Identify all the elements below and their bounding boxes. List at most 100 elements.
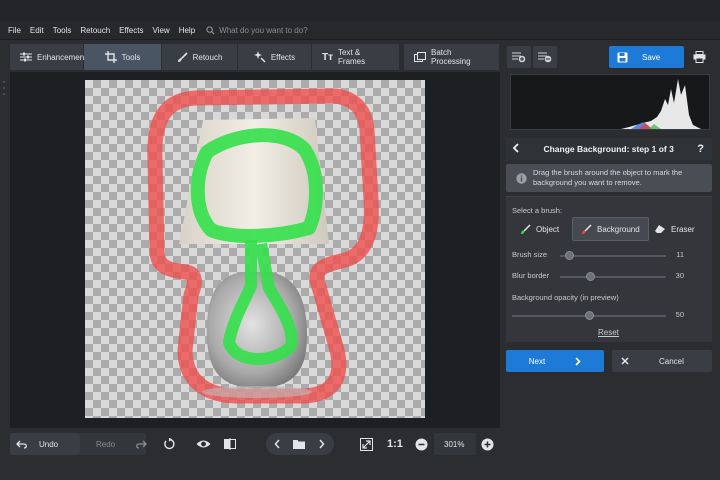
brush-background-option[interactable]: Background: [572, 217, 649, 241]
save-label: Save: [642, 52, 661, 62]
menu-edit[interactable]: Edit: [30, 26, 44, 35]
undo-icon: [16, 440, 27, 449]
sliders-icon: [20, 52, 32, 62]
opacity-knob[interactable]: [585, 311, 594, 320]
compare-icon: [224, 438, 236, 450]
folder-icon: [293, 440, 305, 449]
tab-retouch[interactable]: Retouch: [162, 44, 238, 70]
save-button[interactable]: Save: [609, 46, 684, 68]
back-button[interactable]: [506, 143, 520, 155]
layers-remove-icon: [538, 52, 552, 63]
plus-icon: [481, 438, 494, 450]
eye-icon: [196, 440, 211, 448]
search-placeholder: What do you want to do?: [219, 26, 308, 35]
reset-link[interactable]: Reset: [598, 328, 619, 337]
menu-tools[interactable]: Tools: [53, 26, 72, 35]
reset-image-button[interactable]: [163, 434, 175, 454]
tool-tabs: Enhancement Tools Retouch Effects Tт Tex…: [10, 44, 500, 70]
open-folder-button[interactable]: [293, 434, 305, 454]
layers-add-icon: [512, 52, 526, 63]
cancel-label: Cancel: [659, 356, 684, 366]
help-button[interactable]: ?: [697, 143, 712, 155]
step-header: Change Background: step 1 of 3 ?: [506, 138, 712, 160]
tab-effects[interactable]: Effects: [238, 44, 312, 70]
tab-label: Tools: [121, 52, 141, 62]
redo-label: Redo: [96, 439, 116, 449]
chevron-left-icon: [274, 439, 280, 449]
brush-object-label: Object: [536, 224, 560, 234]
undo-label: Undo: [39, 439, 59, 449]
select-brush-label: Select a brush:: [512, 206, 563, 215]
brush-green-icon: [521, 223, 531, 234]
menu-search[interactable]: What do you want to do?: [206, 26, 308, 35]
tab-label: Retouch: [192, 52, 223, 62]
tab-label: Batch Processing: [431, 48, 471, 66]
chevron-right-icon: [319, 439, 325, 449]
zoom-out-button[interactable]: [415, 434, 428, 454]
rotate-icon: [164, 438, 175, 450]
text-icon: Tт: [322, 51, 334, 63]
remove-layer-button[interactable]: [533, 46, 557, 68]
tab-batch-processing[interactable]: Batch Processing: [404, 44, 500, 70]
menu-retouch[interactable]: Retouch: [80, 26, 110, 35]
chevron-right-icon: [575, 356, 581, 366]
tab-label: Enhancement: [37, 52, 87, 62]
tab-label: Effects: [270, 52, 296, 62]
print-button[interactable]: [690, 46, 708, 68]
brush-red-icon: [582, 223, 592, 234]
panel-grip-icon: [3, 81, 5, 95]
next-button[interactable]: Next: [506, 350, 604, 372]
window-top-strip: [0, 0, 720, 22]
menu-help[interactable]: Help: [179, 26, 195, 35]
minus-icon: [415, 438, 428, 450]
floppy-icon: [617, 52, 628, 62]
info-text-line1: Drag the brush around the object to mark…: [533, 168, 683, 177]
menu-view[interactable]: View: [152, 26, 169, 35]
add-layer-button[interactable]: [507, 46, 531, 68]
previous-image-button[interactable]: [274, 434, 281, 454]
tab-tools[interactable]: Tools: [84, 44, 162, 70]
preview-button[interactable]: [196, 434, 211, 454]
info-text-line2: background you want to remove.: [533, 178, 642, 187]
photo-transparent-background[interactable]: [85, 80, 425, 418]
menu-file[interactable]: File: [8, 26, 21, 35]
printer-icon: [693, 51, 705, 63]
info-icon: [516, 172, 527, 184]
fit-to-screen-button[interactable]: [360, 434, 373, 454]
blur-border-value: 30: [675, 271, 684, 280]
brush-background-label: Background: [597, 224, 640, 234]
search-icon: [206, 26, 215, 35]
lamp-photo: [147, 88, 379, 404]
zoom-in-button[interactable]: [481, 434, 494, 454]
next-image-button[interactable]: [318, 434, 325, 454]
opacity-value: 50: [675, 310, 684, 319]
tab-enhancement[interactable]: Enhancement: [10, 44, 87, 70]
brush-size-value: 11: [676, 250, 684, 259]
brush-eraser-label: Eraser: [671, 224, 695, 234]
brush-icon: [177, 51, 188, 62]
brush-object-option[interactable]: Object: [512, 217, 567, 241]
chevron-left-icon: [512, 143, 519, 153]
expand-icon: [360, 437, 373, 451]
blur-border-slider[interactable]: [560, 276, 666, 278]
crop-icon: [104, 51, 117, 63]
opacity-label: Background opacity (in preview): [512, 293, 619, 302]
redo-icon: [136, 440, 148, 449]
blur-border-label: Blur border: [512, 271, 550, 280]
blur-border-knob[interactable]: [586, 272, 595, 281]
histogram: [510, 74, 710, 130]
cancel-button[interactable]: Cancel: [612, 350, 712, 372]
step-title: Change Background: step 1 of 3: [543, 144, 674, 154]
brush-size-label: Brush size: [512, 250, 548, 259]
info-box: Drag the brush around the object to mark…: [506, 164, 712, 192]
tab-text-frames[interactable]: Tт Text & Frames: [312, 44, 400, 70]
eraser-icon: [655, 225, 665, 233]
brush-size-knob[interactable]: [565, 251, 574, 260]
menu-effects[interactable]: Effects: [119, 26, 143, 35]
zoom-value: 301%: [444, 439, 465, 449]
histogram-graph: [511, 79, 701, 129]
brush-size-slider[interactable]: [560, 255, 666, 257]
compare-button[interactable]: [224, 434, 236, 454]
actual-size-button[interactable]: 1:1: [387, 434, 403, 454]
brush-eraser-option[interactable]: Eraser: [646, 217, 703, 241]
